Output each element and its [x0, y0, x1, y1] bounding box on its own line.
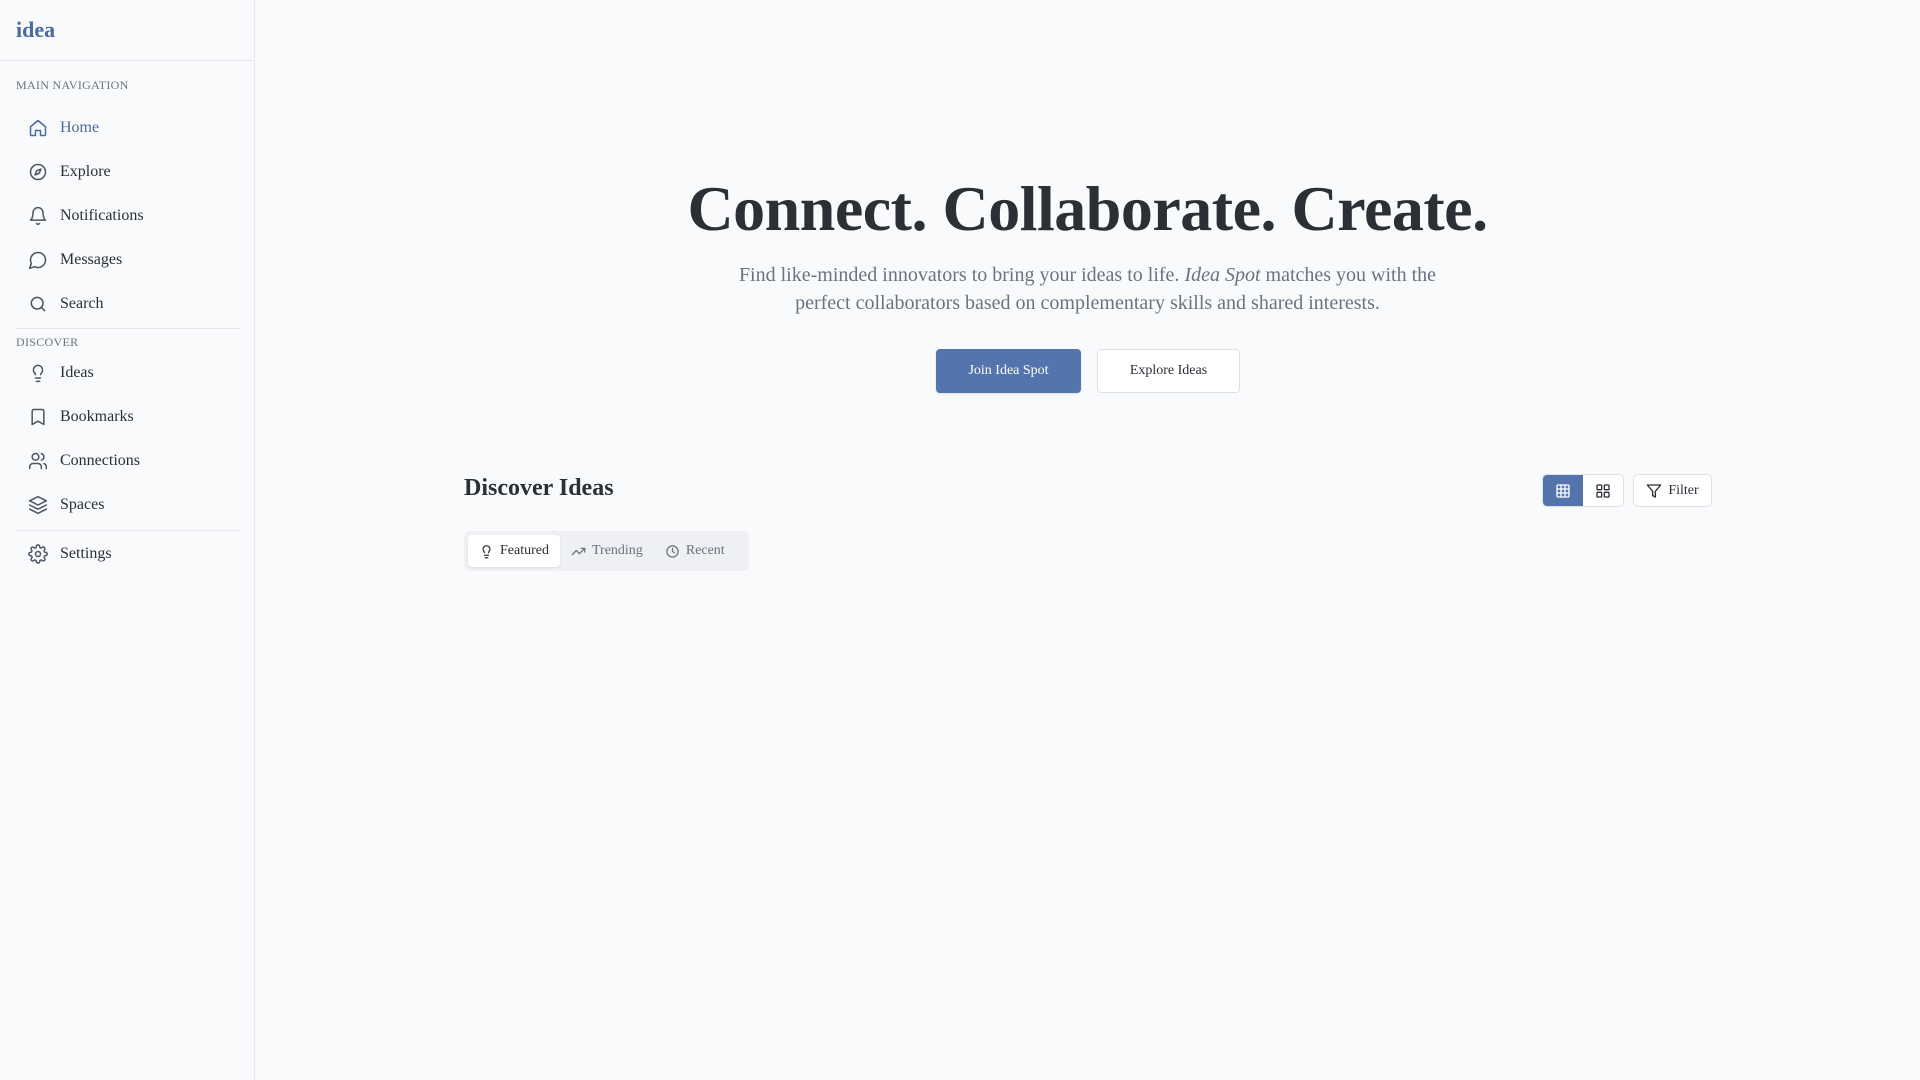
filter-button[interactable]: Filter	[1633, 474, 1712, 507]
subtitle-brand: Idea Spot	[1184, 264, 1261, 286]
table-icon	[1556, 483, 1570, 498]
sidebar-item-home[interactable]: Home	[16, 108, 240, 148]
tab-label: Featured	[500, 543, 549, 558]
lightbulb-icon	[482, 544, 491, 558]
compass-icon	[29, 163, 47, 181]
filter-icon	[1646, 483, 1662, 498]
sidebar-item-notifications[interactable]: Notifications	[16, 196, 240, 236]
app-logo[interactable]: idea	[16, 17, 55, 43]
hero-subtitle-line-1: Find like-minded innovators to bring you…	[255, 261, 1920, 289]
sidebar-item-label: Explore	[60, 163, 111, 180]
users-icon	[28, 452, 48, 470]
sidebar-item-explore[interactable]: Explore	[16, 152, 240, 192]
grid-icon	[1596, 483, 1610, 498]
sidebar-item-messages[interactable]: Messages	[16, 240, 240, 280]
discover-tabs: Featured Trending Recent	[464, 531, 749, 571]
table-view-button[interactable]	[1543, 475, 1583, 506]
sidebar-item-label: Bookmarks	[60, 408, 134, 425]
tab-label: Trending	[591, 543, 643, 558]
gear-icon	[28, 544, 48, 564]
sidebar-divider	[16, 328, 240, 329]
tab-label: Recent	[685, 543, 725, 558]
sidebar-item-ideas[interactable]: Ideas	[16, 353, 240, 393]
message-circle-icon	[28, 251, 47, 270]
main-navigation-label: MAIN NAVIGATION	[16, 78, 129, 92]
join-button[interactable]: Join Idea Spot	[936, 349, 1081, 393]
sidebar-item-label: Messages	[60, 251, 123, 268]
sidebar-item-label: Search	[60, 295, 104, 312]
explore-ideas-button[interactable]: Explore Ideas	[1097, 349, 1240, 393]
sidebar-item-label: Ideas	[60, 364, 94, 381]
sidebar-item-label: Spaces	[60, 496, 105, 513]
grid-view-button[interactable]	[1583, 475, 1623, 506]
search-icon	[30, 296, 46, 312]
subtitle-text: matches you with the	[1260, 264, 1437, 286]
discover-label: DISCOVER	[16, 335, 79, 349]
sidebar-item-label: Settings	[60, 545, 112, 562]
trending-up-icon	[571, 547, 586, 555]
lightbulb-icon	[32, 364, 44, 383]
sidebar: idea MAIN NAVIGATION Home Explore Notifi…	[0, 0, 255, 1080]
sidebar-item-label: Connections	[60, 452, 140, 469]
tab-featured[interactable]: Featured	[468, 535, 560, 567]
bookmark-icon	[31, 408, 45, 426]
sidebar-item-settings[interactable]: Settings	[16, 534, 240, 574]
hero-subtitle: Find like-minded innovators to bring you…	[255, 261, 1920, 317]
hero-subtitle-line-2: perfect collaborators based on complemen…	[795, 292, 1380, 314]
sidebar-item-connections[interactable]: Connections	[16, 441, 240, 481]
logo-bar: idea	[0, 0, 254, 61]
sidebar-divider	[16, 530, 240, 531]
tab-trending[interactable]: Trending	[560, 535, 654, 567]
filter-label: Filter	[1668, 482, 1699, 498]
home-icon	[29, 119, 47, 137]
hero-title: Connect. Collaborate. Create.	[687, 173, 1488, 244]
sidebar-item-label: Home	[60, 119, 100, 136]
discover-title: Discover Ideas	[464, 475, 614, 501]
sidebar-item-bookmarks[interactable]: Bookmarks	[16, 397, 240, 437]
view-toggle	[1542, 474, 1624, 507]
sidebar-item-spaces[interactable]: Spaces	[16, 485, 240, 525]
bell-icon	[29, 206, 47, 226]
sidebar-item-search[interactable]: Search	[16, 284, 240, 324]
clock-icon	[666, 544, 679, 558]
sidebar-item-label: Notifications	[60, 207, 144, 224]
layers-icon	[28, 495, 48, 515]
tab-recent[interactable]: Recent	[654, 535, 736, 567]
subtitle-text: Find like-minded innovators to bring you…	[738, 264, 1185, 286]
